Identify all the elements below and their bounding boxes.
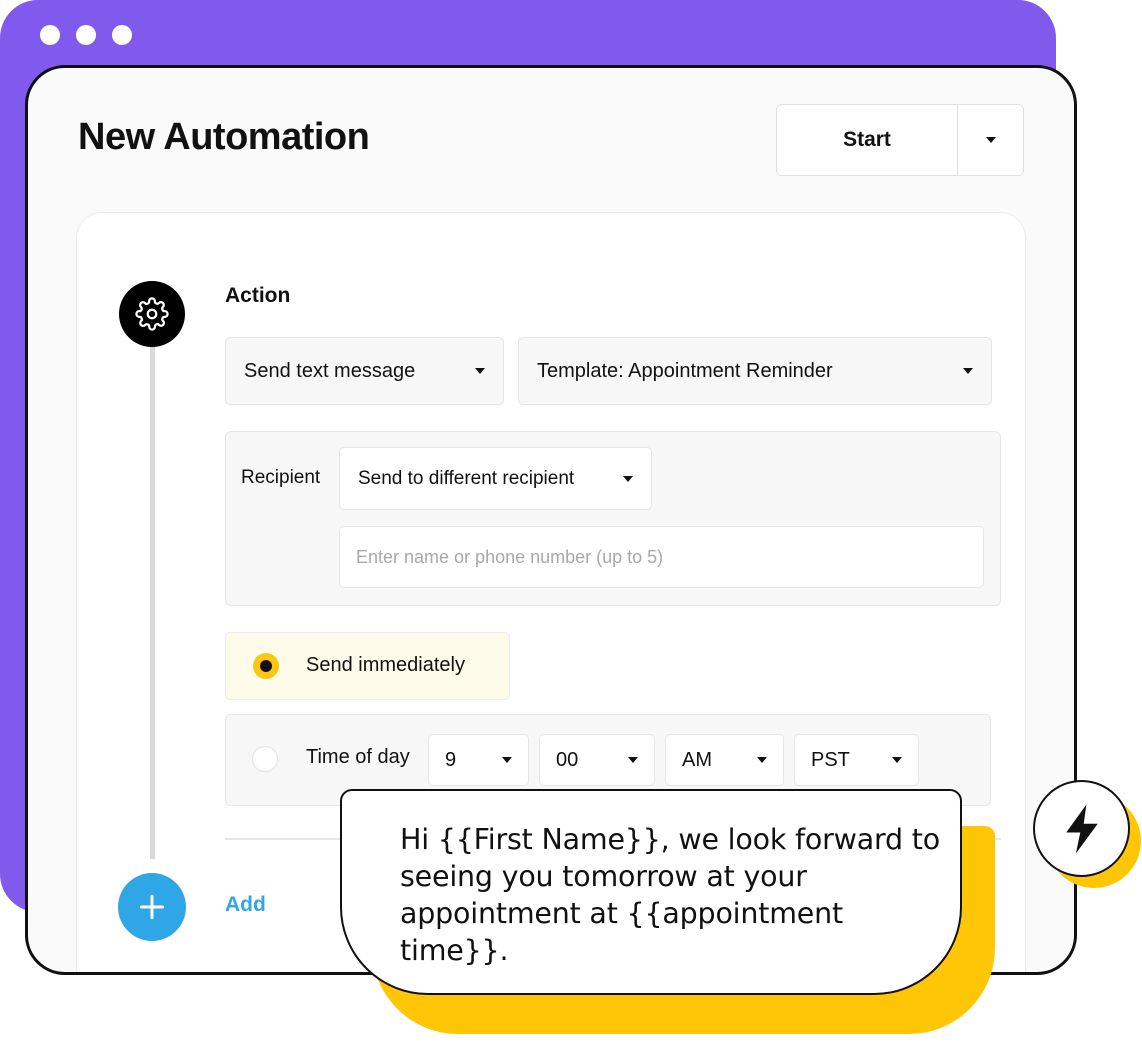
recipient-input[interactable] [339, 526, 984, 588]
template-select[interactable]: Template: Appointment Reminder [518, 337, 992, 405]
chevron-down-icon [757, 757, 767, 763]
chevron-down-icon [628, 757, 638, 763]
ampm-value: AM [682, 748, 712, 771]
action-heading: Action [225, 284, 291, 307]
lightning-bolt-icon [1065, 804, 1098, 853]
recipient-select-value: Send to different recipient [358, 467, 575, 489]
hour-value: 9 [445, 748, 457, 771]
recipient-section: Recipient Send to different recipient [225, 431, 1001, 606]
timezone-select[interactable]: PST [794, 734, 919, 786]
send-immediately-radio[interactable] [253, 653, 279, 679]
timezone-value: PST [811, 748, 850, 771]
start-options-button[interactable] [958, 105, 1023, 175]
message-preview-text: Hi {{First Name}}, we look forward to se… [400, 823, 940, 967]
time-of-day-label: Time of day [306, 746, 410, 768]
chevron-down-icon [475, 368, 485, 374]
add-step-label[interactable]: Add [225, 893, 266, 917]
recipient-select[interactable]: Send to different recipient [339, 447, 652, 510]
minute-select[interactable]: 00 [539, 734, 655, 786]
send-immediately-option[interactable]: Send immediately [225, 632, 510, 700]
page-title: New Automation [78, 116, 370, 158]
recipient-label: Recipient [241, 467, 321, 488]
ampm-select[interactable]: AM [665, 734, 784, 786]
plus-icon [139, 894, 165, 920]
window-dot-3 [112, 25, 132, 45]
step-connector-line [150, 319, 155, 859]
gear-icon [135, 297, 169, 331]
chevron-down-icon [963, 368, 973, 374]
action-type-select[interactable]: Send text message [225, 337, 504, 405]
chevron-down-icon [623, 475, 633, 482]
chevron-down-icon [892, 757, 902, 763]
time-of-day-radio[interactable] [252, 746, 278, 772]
add-step-button[interactable] [118, 873, 186, 941]
send-immediately-label: Send immediately [306, 654, 465, 676]
window-dot-2 [76, 25, 96, 45]
action-type-value: Send text message [244, 359, 416, 382]
window-dot-1 [40, 25, 60, 45]
start-button-group: Start [776, 104, 1024, 176]
chevron-down-icon [502, 757, 512, 763]
chevron-down-icon [985, 137, 996, 143]
message-preview-bubble: Hi {{First Name}}, we look forward to se… [340, 789, 962, 995]
action-step-marker [119, 281, 185, 347]
start-button[interactable]: Start [777, 105, 958, 175]
minute-value: 00 [556, 748, 579, 771]
hour-select[interactable]: 9 [428, 734, 529, 786]
automation-badge [1033, 780, 1130, 877]
template-value: Template: Appointment Reminder [537, 359, 833, 382]
